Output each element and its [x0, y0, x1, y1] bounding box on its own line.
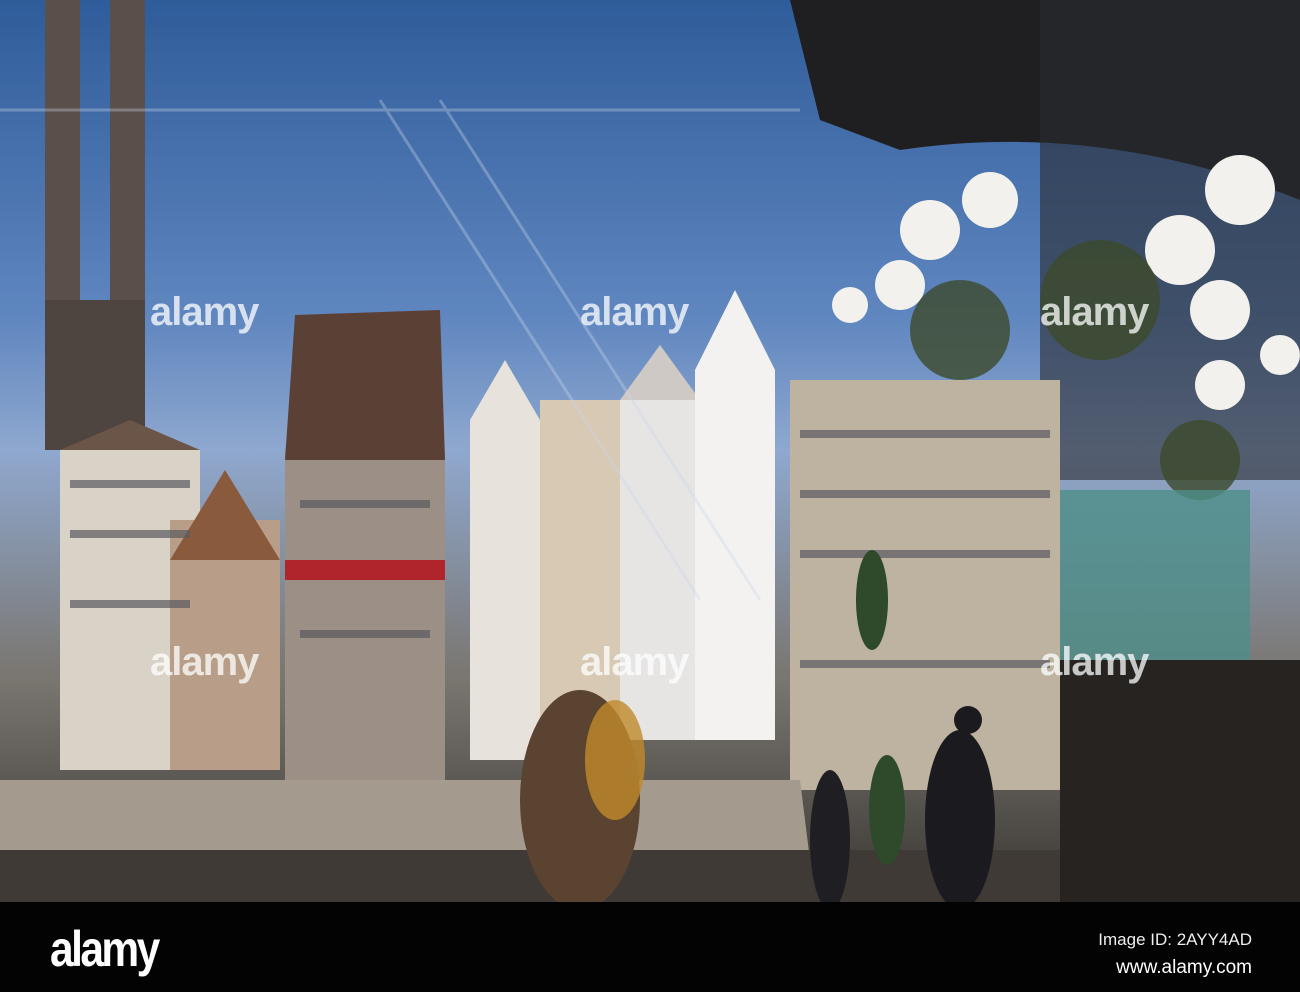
footer-bar: alamy Image ID: 2AYY4AD www.alamy.com — [0, 902, 1300, 992]
building — [695, 370, 775, 740]
watermark: alamy — [150, 640, 259, 684]
watermark: alamy — [580, 640, 689, 684]
watermark: alamy — [150, 290, 259, 334]
building — [285, 450, 445, 780]
building — [620, 400, 700, 740]
image-id: Image ID: 2AYY4AD — [1098, 930, 1252, 949]
person-silhouette — [925, 730, 995, 902]
reflection-scene — [0, 0, 1300, 902]
building — [790, 380, 1060, 790]
watermark: alamy — [580, 290, 689, 334]
photo: alamy alamy alamy alamy alamy alamy — [0, 0, 1300, 902]
quay-wall — [0, 780, 810, 860]
building — [540, 400, 620, 740]
alamy-logo: alamy — [50, 921, 160, 977]
watermark: alamy — [1040, 290, 1149, 334]
website-link: www.alamy.com — [1116, 957, 1252, 978]
watermark: alamy — [1040, 640, 1149, 684]
building — [470, 420, 540, 760]
vase — [1060, 490, 1250, 660]
